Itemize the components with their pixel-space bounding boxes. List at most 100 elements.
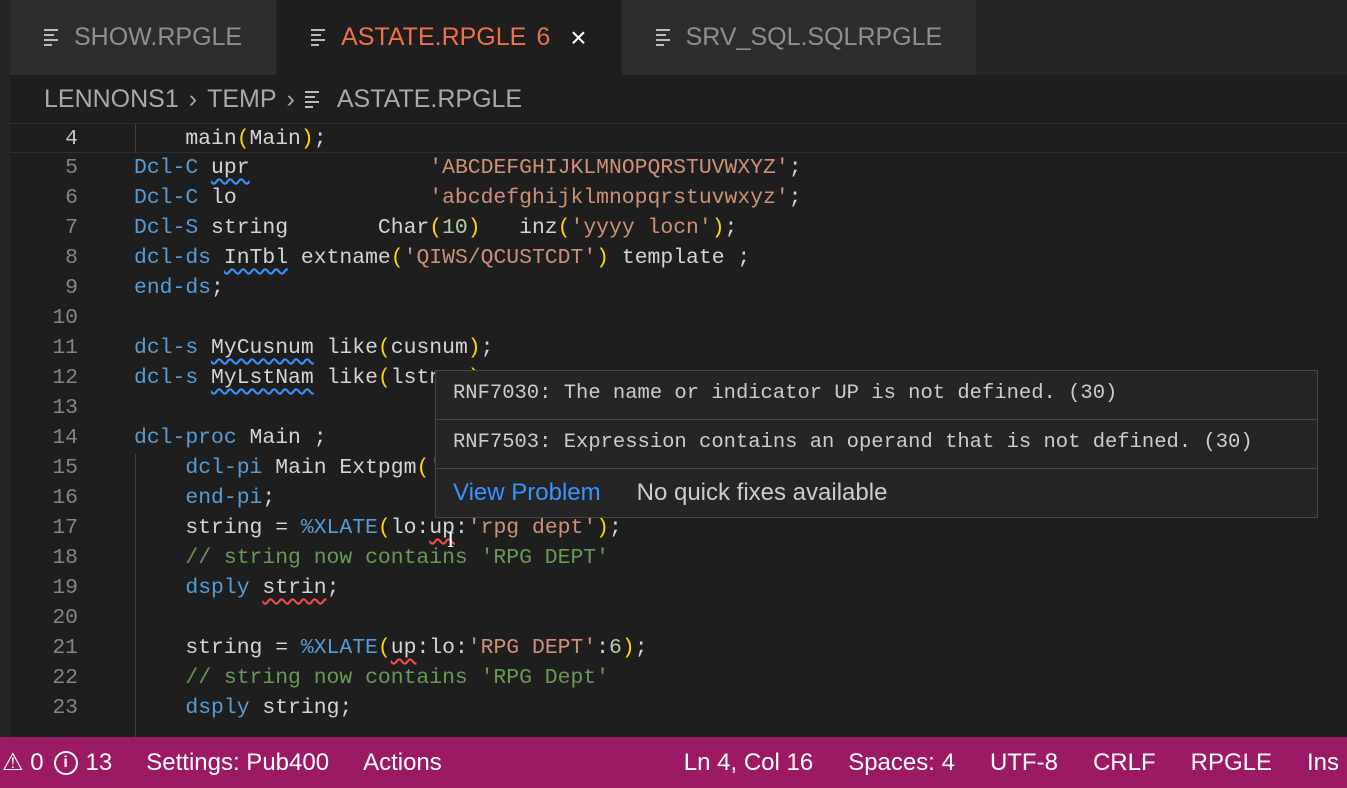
code-token: ) bbox=[711, 216, 725, 240]
code-line[interactable]: 20 bbox=[10, 603, 1347, 633]
breadcrumb-item[interactable]: TEMP bbox=[207, 85, 276, 114]
code-line[interactable]: 7 Dcl-S string Char(10) inz('yyyy locn'); bbox=[10, 213, 1347, 243]
code-text: Dcl-S string Char(10) inz('yyyy locn'); bbox=[134, 213, 737, 243]
code-token: end-pi bbox=[185, 486, 263, 510]
code-token: string = bbox=[134, 636, 301, 660]
cursor-position[interactable]: Ln 4, Col 16 bbox=[684, 749, 813, 777]
line-number: 13 bbox=[52, 396, 78, 420]
code-token: :lo: bbox=[416, 636, 468, 660]
tab-astate-rpgle[interactable]: ASTATE.RPGLE 6 × bbox=[277, 0, 622, 75]
tab-label: ASTATE.RPGLE bbox=[341, 23, 527, 51]
line-number: 8 bbox=[65, 246, 78, 270]
breadcrumb-item[interactable]: ASTATE.RPGLE bbox=[337, 85, 522, 114]
code-token: %XLATE bbox=[300, 516, 378, 540]
end-of-line[interactable]: CRLF bbox=[1093, 749, 1156, 777]
code-token: ; bbox=[788, 156, 802, 180]
code-line[interactable]: 8 dcl-ds InTbl extname('QIWS/QCUSTCDT') t… bbox=[10, 243, 1347, 273]
code-token: extname bbox=[288, 246, 391, 270]
code-line[interactable]: 18 // string now contains 'RPG DEPT' bbox=[10, 543, 1347, 573]
line-number: 19 bbox=[52, 576, 78, 600]
breadcrumb: LENNONS1 › TEMP › ASTATE.RPGLE bbox=[10, 75, 1347, 123]
code-token: dcl-s bbox=[134, 336, 199, 360]
file-lines-icon bbox=[655, 29, 672, 46]
code-token: 'yyyy locn' bbox=[570, 216, 712, 240]
file-lines-icon bbox=[311, 29, 327, 46]
code-token: like bbox=[313, 336, 378, 360]
actions-status[interactable]: Actions bbox=[363, 749, 442, 777]
code-token: Dcl-C bbox=[134, 186, 199, 210]
code-token: ; bbox=[788, 186, 802, 210]
code-token: MyLstNam bbox=[211, 366, 314, 390]
language-mode[interactable]: RPGLE bbox=[1191, 749, 1272, 777]
code-line[interactable]: 21 string = %XLATE(up:lo:'RPG DEPT':6); bbox=[10, 633, 1347, 663]
indentation[interactable]: Spaces: 4 bbox=[848, 749, 955, 777]
code-line[interactable]: 23 dsply string; bbox=[10, 693, 1347, 723]
code-token: lo: bbox=[390, 516, 430, 540]
tab-label: SRV_SQL.SQLRPGLE bbox=[685, 23, 943, 51]
code-token: like bbox=[313, 366, 378, 390]
code-token: ) bbox=[300, 127, 314, 151]
insert-mode[interactable]: Ins bbox=[1307, 749, 1339, 777]
code-text: Dcl-C upr 'ABCDEFGHIJKLMNOPQRSTUVWXYZ'; bbox=[134, 153, 802, 183]
line-number: 15 bbox=[52, 456, 78, 480]
warning-icon: ⚠ bbox=[2, 749, 24, 776]
code-line[interactable]: 9 end-ds; bbox=[10, 273, 1347, 303]
code-token: Main bbox=[249, 127, 301, 151]
view-problem-link[interactable]: View Problem bbox=[453, 479, 601, 507]
text-cursor-icon: I bbox=[447, 527, 455, 552]
tab-show-rpgle[interactable]: SHOW.RPGLE bbox=[10, 0, 278, 75]
close-icon[interactable]: × bbox=[570, 22, 586, 54]
code-token: end-ds bbox=[134, 276, 212, 300]
file-lines-icon bbox=[304, 90, 321, 108]
line-number: 5 bbox=[65, 156, 78, 180]
line-number: 11 bbox=[52, 336, 78, 360]
code-token: ) bbox=[596, 246, 610, 270]
code-token: : bbox=[596, 636, 610, 660]
code-token: ( bbox=[429, 216, 443, 240]
code-text: Dcl-C lo 'abcdefghijklmnopqrstuvwxyz'; bbox=[134, 183, 802, 213]
code-token: ; bbox=[313, 127, 327, 151]
file-lines-icon bbox=[44, 29, 60, 46]
code-token: dsply bbox=[185, 696, 250, 720]
code-line[interactable]: 6 Dcl-C lo 'abcdefghijklmnopqrstuvwxyz'; bbox=[10, 183, 1347, 213]
code-token: ( bbox=[236, 127, 250, 151]
problem-message: RNF7030: The name or indicator UP is not… bbox=[436, 371, 1317, 420]
tab-srv-sql-sqlrpgle[interactable]: SRV_SQL.SQLRPGLE bbox=[621, 0, 978, 75]
code-token: // string now contains 'RPG DEPT' bbox=[185, 546, 609, 570]
code-token: Main ; bbox=[236, 426, 327, 450]
line-number: 22 bbox=[52, 666, 78, 690]
code-token: ; bbox=[480, 336, 494, 360]
code-token: 'RPG DEPT' bbox=[467, 636, 597, 660]
code-token: inz bbox=[480, 216, 558, 240]
code-line[interactable]: 4 main(Main); bbox=[10, 123, 1347, 153]
tab-label: SHOW.RPGLE bbox=[74, 23, 243, 51]
breadcrumb-item[interactable]: LENNONS1 bbox=[44, 85, 179, 114]
code-token: cusnum bbox=[390, 336, 468, 360]
line-number: 17 bbox=[52, 516, 78, 540]
line-number: 9 bbox=[65, 276, 78, 300]
line-number: 16 bbox=[52, 486, 78, 510]
code-token: Dcl-S bbox=[134, 216, 199, 240]
settings-status[interactable]: Settings: Pub400 bbox=[146, 749, 329, 777]
line-number: 4 bbox=[65, 127, 78, 151]
code-line[interactable]: 5 Dcl-C upr 'ABCDEFGHIJKLMNOPQRSTUVWXYZ'; bbox=[10, 153, 1347, 183]
code-token: ( bbox=[390, 246, 404, 270]
code-line[interactable]: 19 dsply strin; bbox=[10, 573, 1347, 603]
code-line[interactable]: 11 dcl-s MyCusnum like(cusnum); bbox=[10, 333, 1347, 363]
code-text: dsply string; bbox=[134, 693, 352, 723]
code-line[interactable]: 22 // string now contains 'RPG Dept' bbox=[10, 663, 1347, 693]
code-token: %XLATE bbox=[300, 636, 378, 660]
encoding[interactable]: UTF-8 bbox=[990, 749, 1058, 777]
code-token: ; bbox=[262, 486, 276, 510]
problems-status[interactable]: ⚠ 0 i 13 bbox=[2, 748, 112, 777]
code-text: // string now contains 'RPG Dept' bbox=[134, 663, 609, 693]
code-line[interactable]: 10 bbox=[10, 303, 1347, 333]
editor-tabs: SHOW.RPGLE ASTATE.RPGLE 6 × SRV_SQL.SQLRPG… bbox=[0, 0, 1347, 75]
